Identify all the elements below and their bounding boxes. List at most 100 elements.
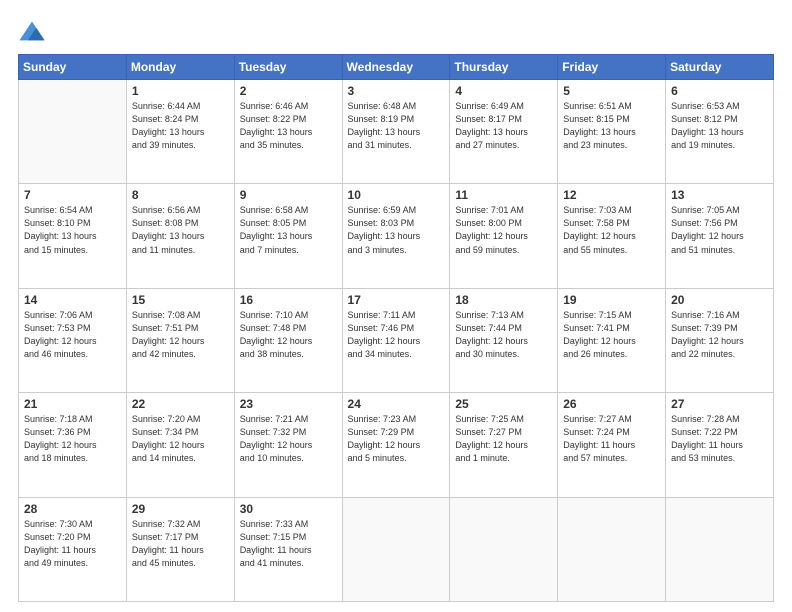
weekday-header-row: SundayMondayTuesdayWednesdayThursdayFrid… [19,55,774,80]
calendar-cell: 29 Sunrise: 7:32 AM Sunset: 7:17 PM Dayli… [126,497,234,601]
calendar-cell: 18 Sunrise: 7:13 AM Sunset: 7:44 PM Dayli… [450,288,558,392]
calendar-cell: 7 Sunrise: 6:54 AM Sunset: 8:10 PM Daylig… [19,184,127,288]
calendar-cell: 13 Sunrise: 7:05 AM Sunset: 7:56 PM Dayli… [666,184,774,288]
day-info: Sunrise: 6:44 AM Sunset: 8:24 PM Dayligh… [132,100,229,152]
calendar-cell [450,497,558,601]
day-info: Sunrise: 7:25 AM Sunset: 7:27 PM Dayligh… [455,413,552,465]
day-info: Sunrise: 7:30 AM Sunset: 7:20 PM Dayligh… [24,518,121,570]
calendar-cell: 9 Sunrise: 6:58 AM Sunset: 8:05 PM Daylig… [234,184,342,288]
calendar-cell: 3 Sunrise: 6:48 AM Sunset: 8:19 PM Daylig… [342,80,450,184]
day-number: 27 [671,397,768,411]
calendar-cell: 22 Sunrise: 7:20 AM Sunset: 7:34 PM Dayli… [126,393,234,497]
calendar-cell: 28 Sunrise: 7:30 AM Sunset: 7:20 PM Dayli… [19,497,127,601]
logo [18,18,50,46]
calendar-cell: 30 Sunrise: 7:33 AM Sunset: 7:15 PM Dayli… [234,497,342,601]
calendar-week-row: 21 Sunrise: 7:18 AM Sunset: 7:36 PM Dayli… [19,393,774,497]
calendar-cell: 21 Sunrise: 7:18 AM Sunset: 7:36 PM Dayli… [19,393,127,497]
day-info: Sunrise: 7:13 AM Sunset: 7:44 PM Dayligh… [455,309,552,361]
day-info: Sunrise: 7:05 AM Sunset: 7:56 PM Dayligh… [671,204,768,256]
calendar-cell: 14 Sunrise: 7:06 AM Sunset: 7:53 PM Dayli… [19,288,127,392]
calendar-cell: 20 Sunrise: 7:16 AM Sunset: 7:39 PM Dayli… [666,288,774,392]
calendar-cell: 17 Sunrise: 7:11 AM Sunset: 7:46 PM Dayli… [342,288,450,392]
day-info: Sunrise: 6:46 AM Sunset: 8:22 PM Dayligh… [240,100,337,152]
day-info: Sunrise: 7:28 AM Sunset: 7:22 PM Dayligh… [671,413,768,465]
day-info: Sunrise: 6:54 AM Sunset: 8:10 PM Dayligh… [24,204,121,256]
day-number: 7 [24,188,121,202]
day-info: Sunrise: 7:15 AM Sunset: 7:41 PM Dayligh… [563,309,660,361]
calendar-cell [558,497,666,601]
day-info: Sunrise: 7:01 AM Sunset: 8:00 PM Dayligh… [455,204,552,256]
calendar-cell: 1 Sunrise: 6:44 AM Sunset: 8:24 PM Daylig… [126,80,234,184]
calendar-cell: 12 Sunrise: 7:03 AM Sunset: 7:58 PM Dayli… [558,184,666,288]
day-info: Sunrise: 7:32 AM Sunset: 7:17 PM Dayligh… [132,518,229,570]
calendar-week-row: 1 Sunrise: 6:44 AM Sunset: 8:24 PM Daylig… [19,80,774,184]
day-info: Sunrise: 7:21 AM Sunset: 7:32 PM Dayligh… [240,413,337,465]
day-info: Sunrise: 7:20 AM Sunset: 7:34 PM Dayligh… [132,413,229,465]
day-info: Sunrise: 7:23 AM Sunset: 7:29 PM Dayligh… [348,413,445,465]
day-number: 22 [132,397,229,411]
day-number: 30 [240,502,337,516]
day-info: Sunrise: 7:16 AM Sunset: 7:39 PM Dayligh… [671,309,768,361]
day-info: Sunrise: 7:08 AM Sunset: 7:51 PM Dayligh… [132,309,229,361]
calendar-week-row: 14 Sunrise: 7:06 AM Sunset: 7:53 PM Dayli… [19,288,774,392]
day-info: Sunrise: 6:48 AM Sunset: 8:19 PM Dayligh… [348,100,445,152]
weekday-header: Friday [558,55,666,80]
day-info: Sunrise: 7:33 AM Sunset: 7:15 PM Dayligh… [240,518,337,570]
calendar-cell: 4Sunrise: 6:49 AM Sunset: 8:17 PM Daylig… [450,80,558,184]
day-number: 28 [24,502,121,516]
day-info: Sunrise: 6:59 AM Sunset: 8:03 PM Dayligh… [348,204,445,256]
weekday-header: Saturday [666,55,774,80]
day-number: 1 [132,84,229,98]
calendar-cell: 15Sunrise: 7:08 AM Sunset: 7:51 PM Dayli… [126,288,234,392]
day-number: 13 [671,188,768,202]
day-number: 26 [563,397,660,411]
day-info: Sunrise: 7:06 AM Sunset: 7:53 PM Dayligh… [24,309,121,361]
day-number: 5 [563,84,660,98]
day-number: 29 [132,502,229,516]
calendar-cell: 26 Sunrise: 7:27 AM Sunset: 7:24 PM Dayli… [558,393,666,497]
day-number: 24 [348,397,445,411]
day-number: 10 [348,188,445,202]
day-info: Sunrise: 6:49 AM Sunset: 8:17 PM Dayligh… [455,100,552,152]
day-number: 11 [455,188,552,202]
header [18,18,774,46]
calendar-cell: 8Sunrise: 6:56 AM Sunset: 8:08 PM Daylig… [126,184,234,288]
day-number: 16 [240,293,337,307]
calendar-cell [666,497,774,601]
calendar-cell: 5Sunrise: 6:51 AM Sunset: 8:15 PM Daylig… [558,80,666,184]
calendar-cell: 23 Sunrise: 7:21 AM Sunset: 7:32 PM Dayli… [234,393,342,497]
calendar-week-row: 28 Sunrise: 7:30 AM Sunset: 7:20 PM Dayli… [19,497,774,601]
calendar-cell [19,80,127,184]
calendar-cell: 11 Sunrise: 7:01 AM Sunset: 8:00 PM Dayli… [450,184,558,288]
day-number: 3 [348,84,445,98]
day-number: 2 [240,84,337,98]
weekday-header: Wednesday [342,55,450,80]
calendar-cell: 10 Sunrise: 6:59 AM Sunset: 8:03 PM Dayli… [342,184,450,288]
day-number: 21 [24,397,121,411]
day-number: 18 [455,293,552,307]
day-number: 9 [240,188,337,202]
calendar-cell: 2 Sunrise: 6:46 AM Sunset: 8:22 PM Daylig… [234,80,342,184]
weekday-header: Sunday [19,55,127,80]
day-info: Sunrise: 7:18 AM Sunset: 7:36 PM Dayligh… [24,413,121,465]
page: SundayMondayTuesdayWednesdayThursdayFrid… [0,0,792,612]
calendar-cell [342,497,450,601]
day-number: 6 [671,84,768,98]
day-number: 23 [240,397,337,411]
day-number: 17 [348,293,445,307]
day-number: 20 [671,293,768,307]
day-number: 19 [563,293,660,307]
day-info: Sunrise: 7:27 AM Sunset: 7:24 PM Dayligh… [563,413,660,465]
day-number: 12 [563,188,660,202]
day-info: Sunrise: 7:11 AM Sunset: 7:46 PM Dayligh… [348,309,445,361]
weekday-header: Tuesday [234,55,342,80]
day-info: Sunrise: 6:53 AM Sunset: 8:12 PM Dayligh… [671,100,768,152]
day-info: Sunrise: 6:56 AM Sunset: 8:08 PM Dayligh… [132,204,229,256]
day-number: 14 [24,293,121,307]
day-info: Sunrise: 7:03 AM Sunset: 7:58 PM Dayligh… [563,204,660,256]
calendar-cell: 16Sunrise: 7:10 AM Sunset: 7:48 PM Dayli… [234,288,342,392]
calendar-week-row: 7 Sunrise: 6:54 AM Sunset: 8:10 PM Daylig… [19,184,774,288]
weekday-header: Monday [126,55,234,80]
calendar-cell: 24 Sunrise: 7:23 AM Sunset: 7:29 PM Dayli… [342,393,450,497]
day-info: Sunrise: 6:58 AM Sunset: 8:05 PM Dayligh… [240,204,337,256]
